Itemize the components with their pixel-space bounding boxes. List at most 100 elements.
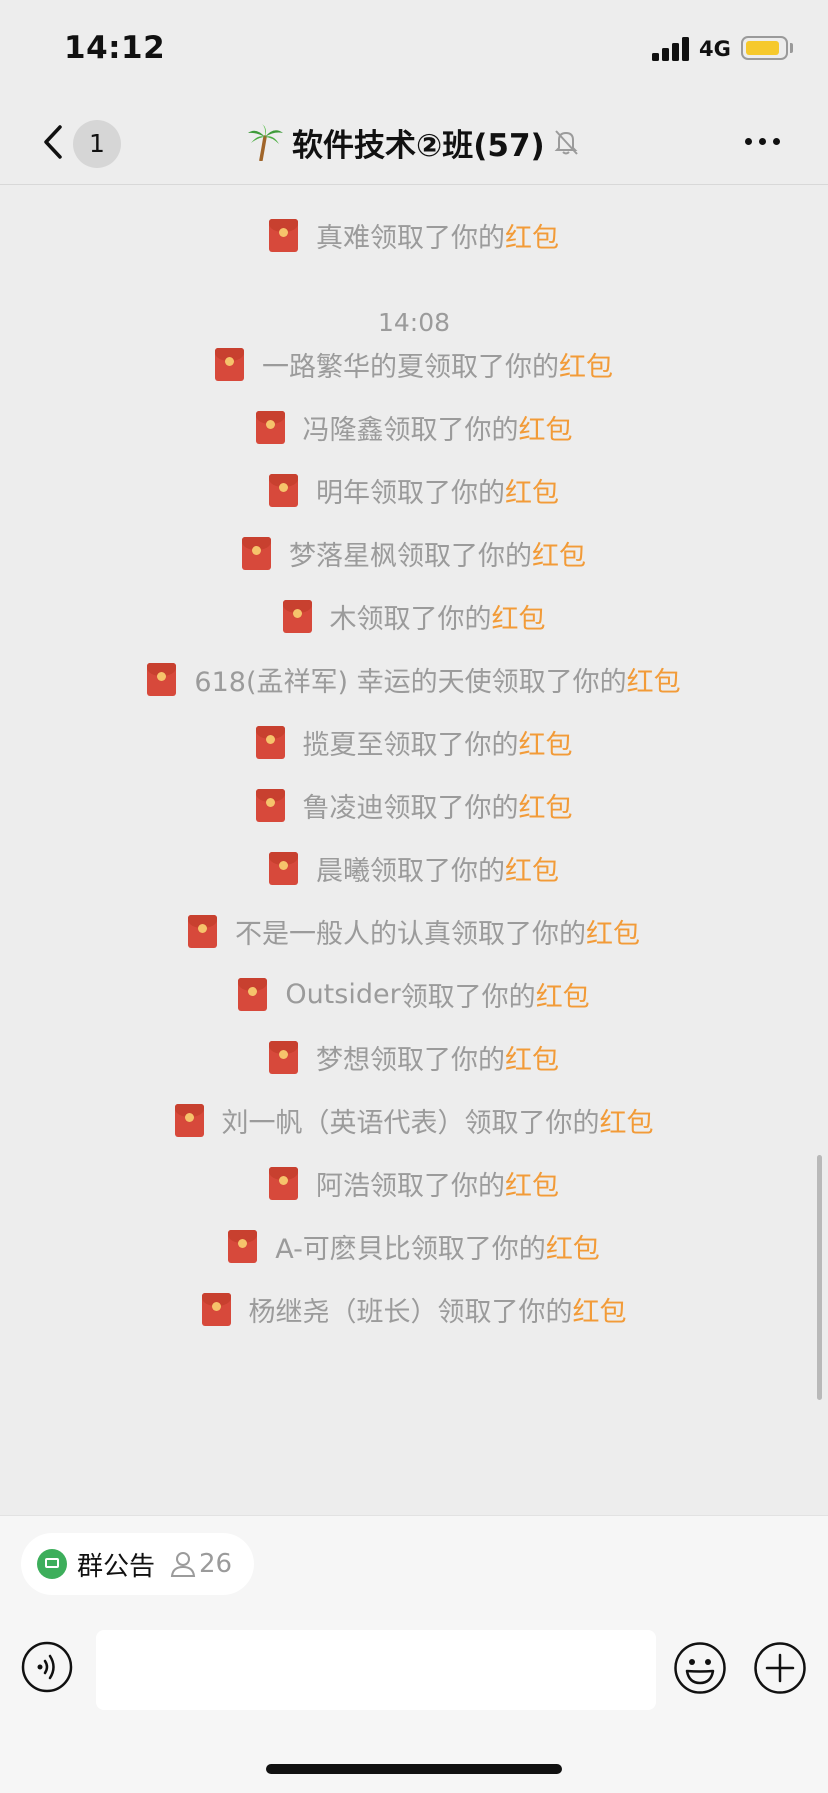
scroll-indicator bbox=[817, 1155, 822, 1400]
red-packet-icon bbox=[269, 219, 298, 252]
message-text: 领取了你的 bbox=[370, 1045, 505, 1076]
message-text: 领取了你的 bbox=[383, 730, 519, 761]
red-packet-link[interactable]: 红包 bbox=[536, 975, 590, 1014]
red-packet-link[interactable]: 红包 bbox=[600, 1101, 654, 1140]
message-text: 领取了你的 bbox=[437, 1297, 573, 1328]
message-text: 领取了你的 bbox=[370, 856, 505, 887]
system-message: 阿浩 领取了你的 红包 bbox=[0, 1164, 828, 1207]
message-text: 领取了你的 bbox=[464, 1108, 600, 1139]
system-message: Outsider 领取了你的 红包 bbox=[0, 975, 828, 1018]
chat-header: 1 软件技术②班(57) bbox=[0, 100, 828, 185]
system-message: 木领取了你的 红包 bbox=[0, 597, 828, 640]
receiver-name: 冯隆鑫 bbox=[302, 415, 384, 446]
system-message: 一路繁华的夏 领取了你的 红包 bbox=[0, 345, 828, 388]
system-message: A-可麽貝比 领取了你的 红包 bbox=[0, 1227, 828, 1270]
group-notice-label: 群公告 bbox=[77, 1551, 156, 1582]
red-packet-link[interactable]: 红包 bbox=[573, 1290, 627, 1329]
system-message: 冯隆鑫 领取了你的 红包 bbox=[0, 408, 828, 451]
red-packet-icon bbox=[188, 915, 217, 948]
system-message: 刘一帆（英语代表） 领取了你的 红包 bbox=[0, 1101, 828, 1144]
palm-tree-icon bbox=[248, 124, 283, 161]
system-message: 杨继尧（班长） 领取了你的 红包 bbox=[0, 1290, 828, 1333]
receiver-name: 明年 bbox=[316, 478, 370, 509]
system-message: 晨曦 领取了你的 红包 bbox=[0, 849, 828, 892]
battery-tip bbox=[790, 43, 793, 53]
system-message: 不是一般人的认真 领取了你的 红包 bbox=[0, 912, 828, 955]
receiver-name: 木 bbox=[329, 604, 357, 635]
receiver-name: 不是一般人的认真 bbox=[235, 919, 451, 950]
status-time: 14:12 bbox=[64, 30, 166, 66]
emoji-button[interactable] bbox=[673, 1641, 727, 1695]
red-packet-link[interactable]: 红包 bbox=[505, 1164, 559, 1203]
red-packet-link[interactable]: 红包 bbox=[519, 408, 573, 447]
red-packet-icon bbox=[238, 978, 268, 1011]
message-text: 领取了你的 bbox=[451, 919, 586, 950]
message-text: 领取了你的 bbox=[410, 1234, 546, 1265]
message-text: 领取了你的 bbox=[356, 604, 492, 635]
message-text: 领取了你的 bbox=[400, 982, 536, 1013]
red-packet-icon bbox=[269, 1167, 298, 1200]
more-options-icon[interactable] bbox=[743, 130, 783, 154]
chat-title: 软件技术②班(57) bbox=[292, 127, 545, 164]
person-icon bbox=[170, 1552, 196, 1577]
receiver-name: 揽夏至 bbox=[302, 730, 384, 761]
receiver-name: 梦落星枫 bbox=[289, 541, 397, 572]
receiver-name: 鲁凌迪 bbox=[302, 793, 384, 824]
system-message: 明年 领取了你的 红包 bbox=[0, 471, 828, 514]
more-functions-button[interactable] bbox=[753, 1641, 807, 1695]
red-packet-link[interactable]: 红包 bbox=[586, 912, 640, 951]
red-packet-icon bbox=[255, 411, 285, 444]
system-message: 梦想 领取了你的 红包 bbox=[0, 1038, 828, 1081]
red-packet-icon bbox=[147, 663, 177, 696]
red-packet-icon bbox=[228, 1230, 258, 1263]
message-text: 领取了你的 bbox=[383, 793, 519, 824]
back-chevron-icon[interactable] bbox=[40, 124, 66, 160]
message-text: 领取了你的 bbox=[383, 415, 519, 446]
red-packet-link[interactable]: 红包 bbox=[505, 471, 559, 510]
chat-title-area[interactable]: 软件技术②班(57) bbox=[246, 120, 581, 164]
red-packet-icon bbox=[201, 1293, 231, 1326]
unread-count-badge[interactable]: 1 bbox=[73, 120, 121, 168]
red-packet-link[interactable]: 红包 bbox=[492, 597, 546, 636]
red-packet-link[interactable]: 红包 bbox=[559, 345, 613, 384]
red-packet-link[interactable]: 红包 bbox=[519, 723, 573, 762]
receiver-name: 杨继尧（班长） bbox=[248, 1297, 438, 1328]
red-packet-link[interactable]: 红包 bbox=[532, 534, 586, 573]
group-notice-chip[interactable]: 群公告 26 bbox=[21, 1533, 255, 1595]
red-packet-link[interactable]: 红包 bbox=[505, 849, 559, 888]
system-message: 618(孟祥军) 幸运的天使 领取了你的 红包 bbox=[0, 660, 828, 703]
red-packet-link[interactable]: 红包 bbox=[505, 216, 559, 255]
red-packet-icon bbox=[269, 474, 298, 507]
receiver-name: 梦想 bbox=[316, 1045, 370, 1076]
receiver-name: 晨曦 bbox=[316, 856, 370, 887]
voice-input-button[interactable] bbox=[21, 1641, 73, 1693]
battery-icon bbox=[741, 36, 788, 60]
network-type: 4G bbox=[699, 37, 731, 61]
system-message: 梦落星枫 领取了你的 红包 bbox=[0, 534, 828, 577]
red-packet-link[interactable]: 红包 bbox=[627, 660, 681, 699]
signal-strength-icon bbox=[652, 37, 692, 61]
home-indicator bbox=[266, 1764, 562, 1774]
group-notice-icon bbox=[37, 1549, 67, 1579]
red-packet-icon bbox=[255, 726, 285, 759]
red-packet-icon bbox=[269, 1041, 298, 1074]
red-packet-icon bbox=[282, 600, 312, 633]
receiver-name: 真难 bbox=[316, 223, 370, 254]
receiver-name: 618(孟祥军) 幸运的天使 bbox=[194, 667, 492, 698]
mute-bell-icon bbox=[554, 130, 578, 155]
receiver-name: A-可麽貝比 bbox=[275, 1234, 411, 1265]
message-timestamp: 14:08 bbox=[377, 308, 451, 337]
receiver-name: Outsider bbox=[285, 979, 401, 1010]
input-area: 群公告 26 bbox=[0, 1515, 828, 1793]
message-text: 领取了你的 bbox=[370, 223, 505, 254]
red-packet-icon bbox=[255, 789, 285, 822]
red-packet-link[interactable]: 红包 bbox=[505, 1038, 559, 1077]
chat-message-list[interactable]: 真难 领取了你的 红包 14:08 一路繁华的夏 领取了你的 红包 冯隆鑫 领取了你的 红包明… bbox=[0, 185, 828, 1515]
red-packet-link[interactable]: 红包 bbox=[546, 1227, 600, 1266]
red-packet-icon bbox=[215, 348, 244, 381]
message-input[interactable] bbox=[96, 1630, 656, 1710]
status-bar: 14:12 4G bbox=[0, 0, 828, 100]
red-packet-icon bbox=[242, 537, 271, 570]
message-text: 领取了你的 bbox=[370, 1171, 505, 1202]
red-packet-link[interactable]: 红包 bbox=[519, 786, 573, 825]
